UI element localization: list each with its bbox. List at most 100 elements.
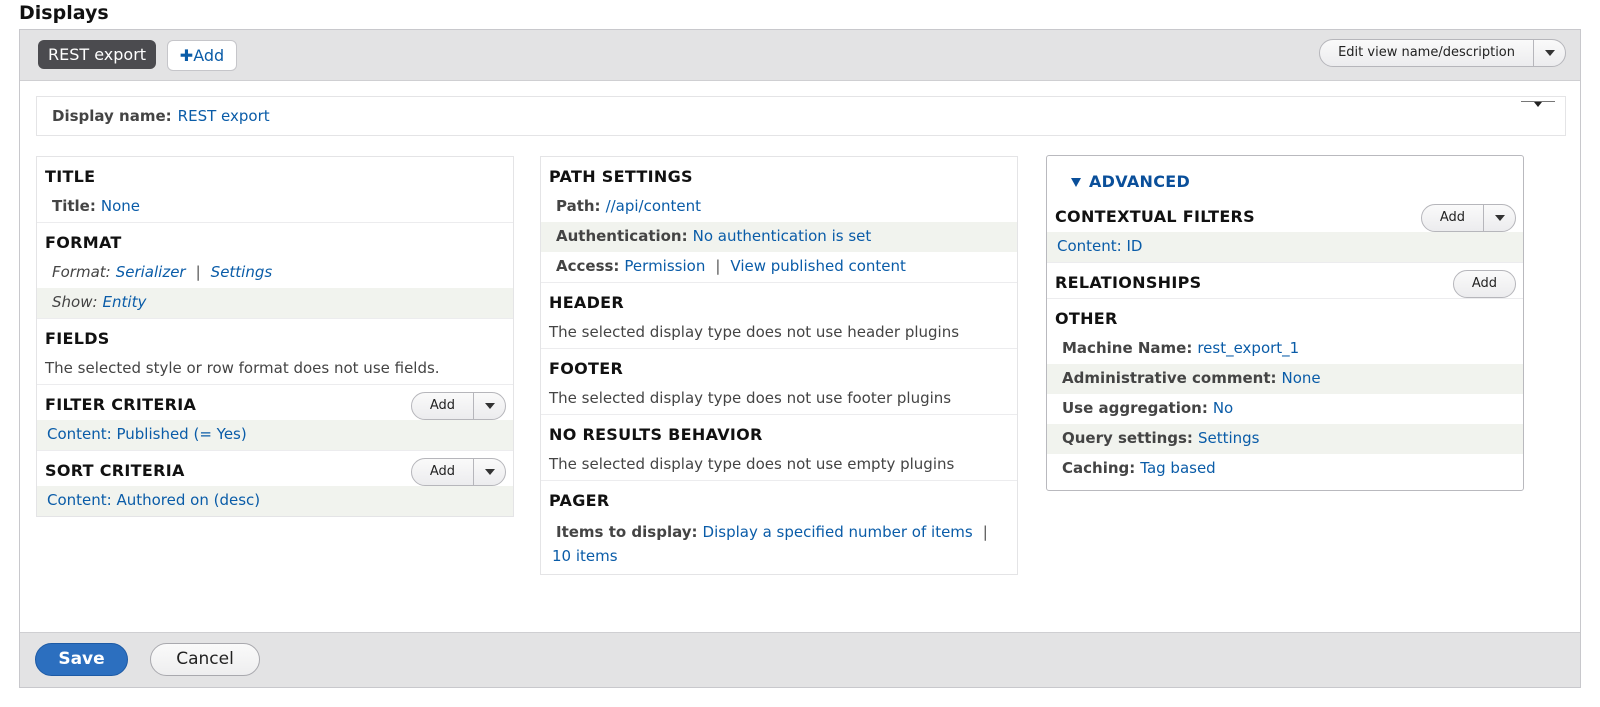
display-name-row: Display name: REST export xyxy=(36,96,1566,136)
access-detail-link[interactable]: View published content xyxy=(730,257,906,275)
cancel-button[interactable]: Cancel xyxy=(150,643,260,676)
show-row: Show: Entity xyxy=(37,288,513,318)
aggregation-label: Use aggregation: xyxy=(1062,399,1208,417)
edit-view-dropbutton: Edit view name/description xyxy=(1319,39,1566,67)
form-actions-bar: Save Cancel xyxy=(20,632,1580,687)
format-label: Format: xyxy=(52,263,111,281)
admin-comment-link[interactable]: None xyxy=(1282,369,1321,387)
aggregation-link[interactable]: No xyxy=(1213,399,1233,417)
chevron-down-icon xyxy=(1544,50,1555,56)
contextual-add-dropdown-toggle[interactable] xyxy=(1483,205,1515,231)
sort-add-button[interactable]: Add xyxy=(412,459,473,485)
show-label: Show: xyxy=(52,293,98,311)
section-contextual-filters: CONTEXTUAL FILTERS Add Content: ID xyxy=(1047,197,1523,263)
advanced-toggle[interactable]: ADVANCED xyxy=(1047,156,1523,197)
plus-icon: ✚ xyxy=(179,46,194,65)
fields-message: The selected style or row format does no… xyxy=(45,359,440,377)
section-title: TITLE Title: None xyxy=(37,157,513,223)
section-path-settings: PATH SETTINGS Path: //api/content Authent… xyxy=(541,157,1017,283)
machine-name-link[interactable]: rest_export_1 xyxy=(1197,339,1299,357)
aggregation-row: Use aggregation: No xyxy=(1047,394,1523,424)
path-value-link[interactable]: //api/content xyxy=(606,197,701,215)
display-tabs-bar: REST export ✚Add Edit view name/descript… xyxy=(20,30,1580,81)
display-name-link[interactable]: REST export xyxy=(178,107,270,125)
sort-add-dropdown-toggle[interactable] xyxy=(473,459,505,485)
show-entity-link[interactable]: Entity xyxy=(103,293,147,311)
no-results-message: The selected display type does not use e… xyxy=(549,455,955,473)
machine-name-row: Machine Name: rest_export_1 xyxy=(1047,334,1523,364)
authentication-value-link[interactable]: No authentication is set xyxy=(693,227,872,245)
contextual-id-link[interactable]: Content: ID xyxy=(1057,237,1142,255)
section-relationships: RELATIONSHIPS Add xyxy=(1047,263,1523,299)
title-label: Title: xyxy=(52,197,96,215)
separator: | xyxy=(715,257,721,275)
section-heading: FIELDS xyxy=(45,329,110,348)
format-row: Format: Serializer | Settings xyxy=(37,258,513,288)
section-heading: FOOTER xyxy=(549,359,624,378)
query-settings-row: Query settings: Settings xyxy=(1047,424,1523,454)
format-serializer-link[interactable]: Serializer xyxy=(116,263,186,281)
access-label: Access: xyxy=(556,257,620,275)
filter-add-dropbutton: Add xyxy=(410,392,506,420)
section-format: FORMAT Format: Serializer | Settings Show: E… xyxy=(37,223,513,319)
section-heading: NO RESULTS BEHAVIOR xyxy=(549,425,763,444)
separator: | xyxy=(195,263,201,281)
section-no-results: NO RESULTS BEHAVIOR The selected display… xyxy=(541,415,1017,481)
chevron-down-icon xyxy=(484,403,495,409)
section-heading: OTHER xyxy=(1055,309,1118,328)
column-first: TITLE Title: None FORMAT Format: Serialize… xyxy=(36,156,514,517)
section-heading: RELATIONSHIPS xyxy=(1055,273,1202,292)
contextual-item: Content: ID xyxy=(1047,232,1523,262)
sort-add-dropbutton: Add xyxy=(410,458,506,486)
section-heading: HEADER xyxy=(549,293,625,312)
sort-authored-link[interactable]: Content: Authored on (desc) xyxy=(47,491,260,509)
separator: | xyxy=(982,523,988,541)
caching-row: Caching: Tag based xyxy=(1047,454,1523,484)
access-permission-link[interactable]: Permission xyxy=(624,257,705,275)
section-filter-criteria: FILTER CRITERIA Add Content: Published (… xyxy=(37,385,513,451)
section-fields: FIELDS The selected style or row format … xyxy=(37,319,513,385)
relationships-add-button[interactable]: Add xyxy=(1452,270,1516,298)
section-other: OTHER Machine Name: rest_export_1 Adminis… xyxy=(1047,299,1523,484)
collapse-toggle-icon[interactable] xyxy=(1521,101,1555,107)
caching-link[interactable]: Tag based xyxy=(1140,459,1215,477)
pager-label: Items to display: xyxy=(556,523,698,541)
machine-name-label: Machine Name: xyxy=(1062,339,1193,357)
edit-view-dropdown-toggle[interactable] xyxy=(1533,40,1565,66)
section-heading: TITLE xyxy=(45,167,96,186)
tab-rest-export[interactable]: REST export xyxy=(38,40,157,69)
admin-comment-row: Administrative comment: None xyxy=(1047,364,1523,394)
filter-add-dropdown-toggle[interactable] xyxy=(473,393,505,419)
display-name-label: Display name: xyxy=(52,107,172,125)
pager-count-link[interactable]: 10 items xyxy=(552,547,618,565)
filter-published-link[interactable]: Content: Published (= Yes) xyxy=(47,425,247,443)
column-second: PATH SETTINGS Path: //api/content Authent… xyxy=(540,156,1018,575)
section-heading: FORMAT xyxy=(45,233,122,252)
section-sort-criteria: SORT CRITERIA Add Content: Authored on (… xyxy=(37,451,513,516)
save-button[interactable]: Save xyxy=(35,643,128,676)
edit-view-name-button[interactable]: Edit view name/description xyxy=(1320,40,1533,66)
filter-add-button[interactable]: Add xyxy=(412,393,473,419)
authentication-row: Authentication: No authentication is set xyxy=(541,222,1017,252)
section-pager: PAGER Items to display: Display a specifi… xyxy=(541,481,1017,574)
contextual-add-button[interactable]: Add xyxy=(1422,205,1483,231)
column-third-advanced: ADVANCED CONTEXTUAL FILTERS Add Content:… xyxy=(1046,155,1524,491)
admin-comment-label: Administrative comment: xyxy=(1062,369,1277,387)
filter-item: Content: Published (= Yes) xyxy=(37,420,513,450)
section-footer: FOOTER The selected display type does no… xyxy=(541,349,1017,415)
title-row: Title: None xyxy=(37,192,513,222)
add-display-button[interactable]: ✚Add xyxy=(167,40,237,71)
pager-value-link[interactable]: Display a specified number of items xyxy=(703,523,973,541)
access-row: Access: Permission | View published content xyxy=(541,252,1017,282)
contextual-add-dropbutton: Add xyxy=(1420,204,1516,232)
sort-item: Content: Authored on (desc) xyxy=(37,486,513,516)
format-settings-link[interactable]: Settings xyxy=(211,263,273,281)
section-heading: PAGER xyxy=(549,491,610,510)
title-value-link[interactable]: None xyxy=(101,197,140,215)
chevron-down-icon xyxy=(1494,215,1505,221)
query-settings-link[interactable]: Settings xyxy=(1198,429,1260,447)
pager-row: Items to display: Display a specified num… xyxy=(541,516,1017,574)
header-message: The selected display type does not use h… xyxy=(549,323,960,341)
add-display-label: Add xyxy=(193,46,225,65)
section-header: HEADER The selected display type does no… xyxy=(541,283,1017,349)
